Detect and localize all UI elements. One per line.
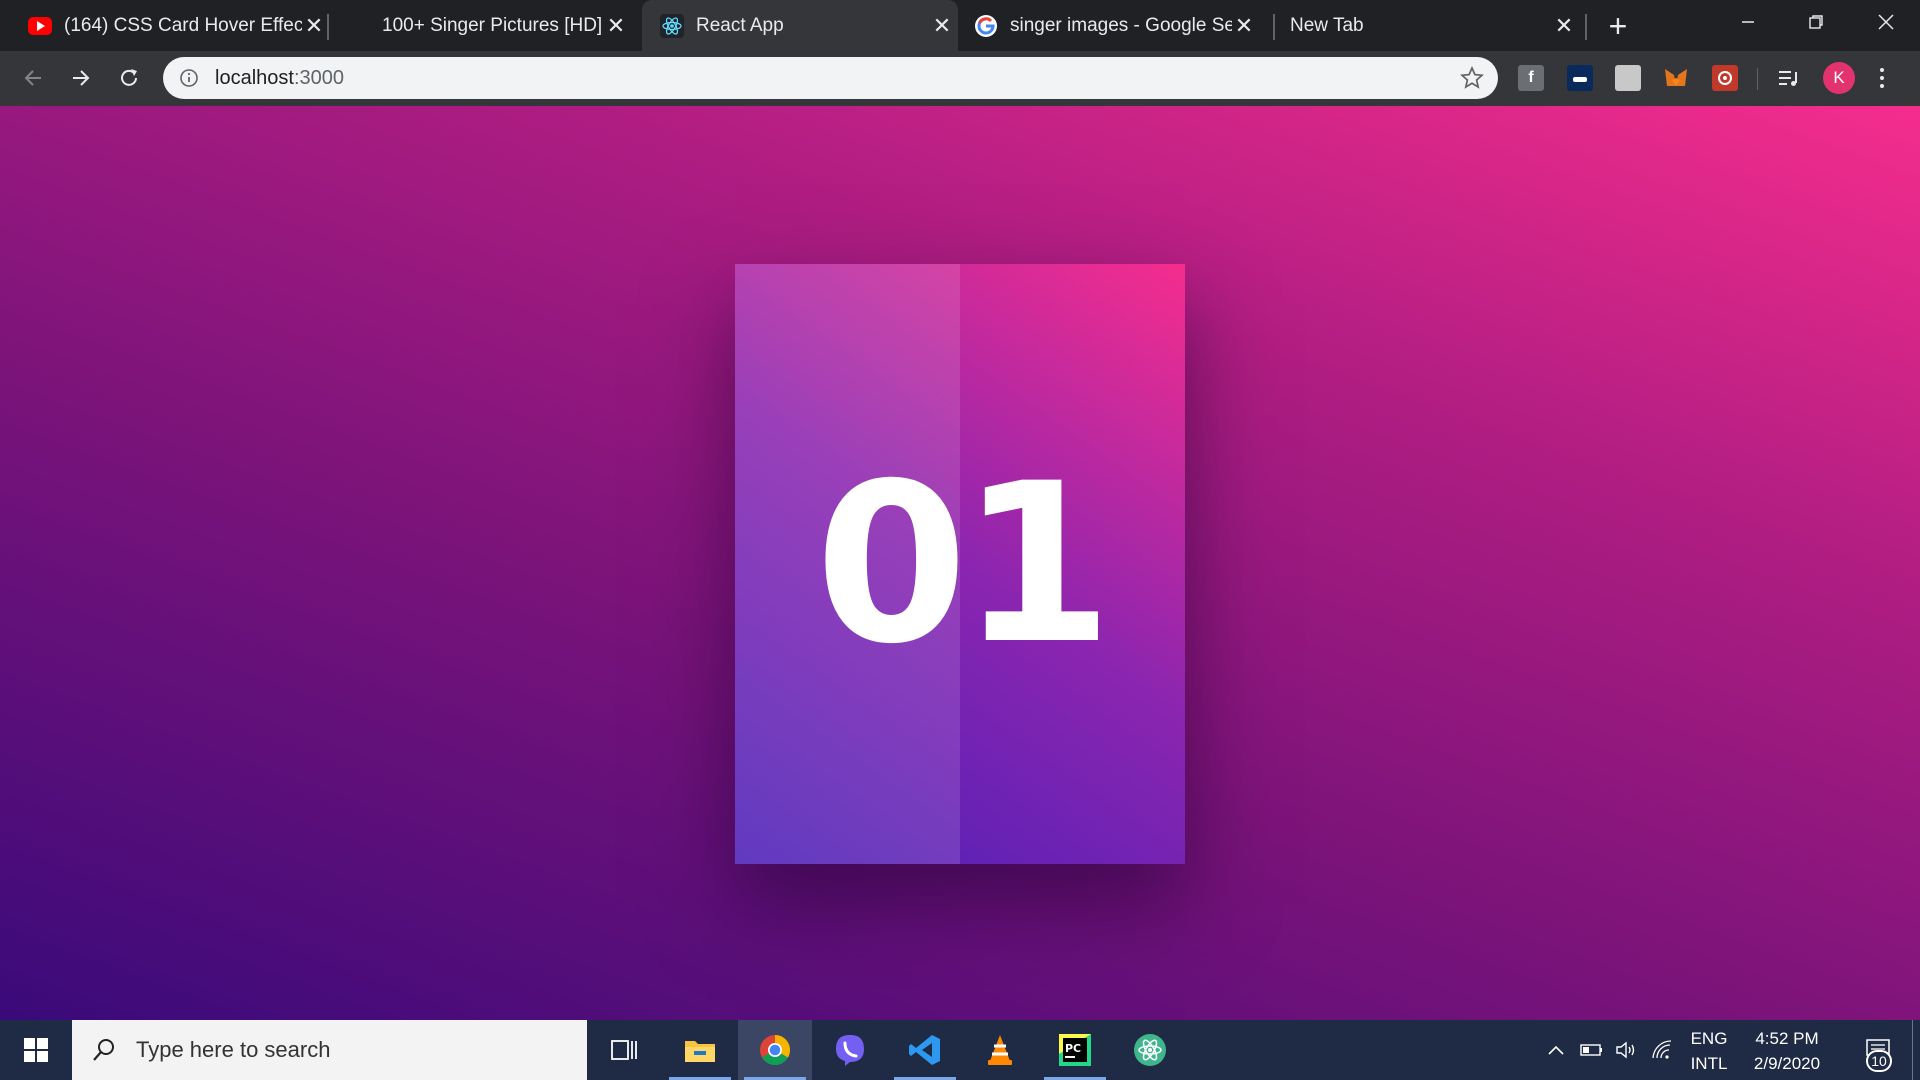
minimize-button[interactable] [1714, 0, 1782, 44]
windows-logo-icon [24, 1038, 48, 1062]
tab-new-tab[interactable]: New Tab ✕ [1290, 0, 1576, 51]
clock-time: 4:52 PM [1755, 1029, 1819, 1048]
tab-separator [327, 14, 329, 40]
input-language-indicator[interactable]: ENG INTL [1684, 1026, 1734, 1076]
vlc-icon[interactable] [963, 1020, 1037, 1080]
notification-count-badge: 10 [1866, 1050, 1892, 1072]
tab-title: React App [696, 14, 784, 36]
profile-avatar[interactable]: K [1823, 62, 1855, 94]
blank-extension-icon[interactable] [1615, 65, 1641, 91]
url-host: localhost [215, 66, 294, 89]
volume-icon[interactable] [1612, 1020, 1640, 1080]
card-number: 01 [814, 436, 1113, 692]
close-tab-icon[interactable]: ✕ [930, 13, 954, 38]
language-code: ENG [1690, 1029, 1728, 1048]
close-tab-icon[interactable]: ✕ [604, 13, 628, 38]
chrome-menu-icon[interactable] [1876, 65, 1888, 91]
battery-icon[interactable] [1578, 1020, 1606, 1080]
show-hidden-icons-chevron-icon[interactable] [1542, 1020, 1570, 1080]
keyboard-layout: INTL [1690, 1054, 1728, 1073]
site-info-icon[interactable] [177, 66, 201, 90]
viber-icon[interactable] [813, 1020, 887, 1080]
metamask-extension-icon[interactable] [1663, 65, 1689, 91]
windows-taskbar: Type here to search PC ENG INTL 4:52 PM … [0, 1020, 1920, 1080]
tab-youtube[interactable]: (164) CSS Card Hover Effect ✕ [28, 0, 326, 51]
clock-date: 2/9/2020 [1753, 1054, 1821, 1073]
number-card[interactable]: 01 [735, 264, 1185, 864]
tab-separator [1585, 14, 1587, 40]
forward-button[interactable] [62, 59, 100, 97]
browser-toolbar: localhost:3000 f K [0, 51, 1920, 106]
restore-button[interactable] [1782, 0, 1850, 44]
start-button[interactable] [0, 1020, 72, 1080]
svg-text:PC: PC [1065, 1042, 1081, 1055]
media-queue-icon[interactable] [1776, 65, 1802, 91]
wifi-icon[interactable] [1648, 1020, 1678, 1080]
vscode-icon[interactable] [888, 1020, 962, 1080]
system-clock[interactable]: 4:52 PM 2/9/2020 [1742, 1026, 1832, 1076]
tab-title: 100+ Singer Pictures [HD] | [382, 14, 604, 36]
file-explorer-icon[interactable] [663, 1020, 737, 1080]
atom-icon[interactable] [1113, 1020, 1187, 1080]
trello-extension-icon[interactable] [1567, 65, 1593, 91]
youtube-icon [28, 14, 52, 38]
close-window-button[interactable] [1852, 0, 1920, 44]
tab-title: New Tab [1290, 14, 1364, 36]
tab-title: (164) CSS Card Hover Effect [64, 14, 302, 36]
page-viewport: 01 [0, 106, 1920, 1020]
tab-react-app[interactable]: React App ✕ [642, 0, 958, 51]
back-button[interactable] [14, 59, 52, 97]
puzzle-extension-icon[interactable] [1712, 65, 1738, 91]
reload-button[interactable] [110, 59, 148, 97]
taskbar-search-box[interactable]: Type here to search [72, 1020, 587, 1080]
pycharm-icon[interactable]: PC [1038, 1020, 1112, 1080]
close-tab-icon[interactable]: ✕ [302, 13, 326, 38]
close-tab-icon[interactable]: ✕ [1232, 13, 1256, 38]
url-port: :3000 [293, 66, 344, 89]
chrome-icon[interactable] [738, 1020, 812, 1080]
task-view-icon[interactable] [587, 1020, 661, 1080]
search-icon [90, 1036, 118, 1064]
react-icon [660, 13, 684, 38]
close-tab-icon[interactable]: ✕ [1552, 13, 1576, 38]
tab-singer-pictures[interactable]: 100+ Singer Pictures [HD] | ✕ [382, 0, 628, 51]
google-icon [974, 14, 998, 38]
new-tab-button[interactable]: + [1600, 8, 1636, 44]
show-desktop-button[interactable] [1912, 1020, 1920, 1080]
browser-window: (164) CSS Card Hover Effect ✕ 100+ Singe… [0, 0, 1920, 1080]
search-placeholder: Type here to search [136, 1037, 331, 1062]
toolbar-divider [1757, 68, 1758, 90]
bookmark-star-icon[interactable] [1459, 65, 1485, 90]
facebook-extension-icon[interactable]: f [1518, 65, 1544, 91]
url-text: localhost:3000 [215, 67, 344, 90]
address-bar[interactable]: localhost:3000 [163, 57, 1498, 99]
tab-title: singer images - Google Sea [1010, 14, 1232, 36]
tab-google-search[interactable]: singer images - Google Sea ✕ [974, 0, 1256, 51]
tab-separator [1273, 14, 1275, 40]
tab-strip: (164) CSS Card Hover Effect ✕ 100+ Singe… [0, 0, 1920, 51]
